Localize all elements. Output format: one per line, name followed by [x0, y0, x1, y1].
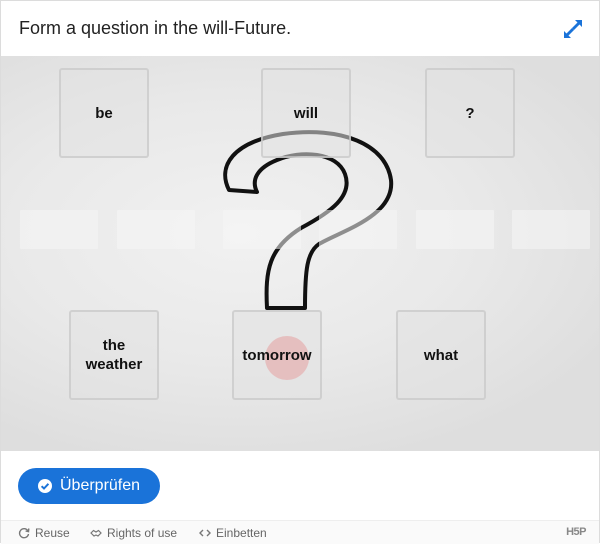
- draggable-label: will: [293, 104, 319, 122]
- embed-label: Einbetten: [216, 526, 267, 540]
- check-button-label: Überprüfen: [60, 477, 141, 494]
- reuse-icon: [18, 528, 30, 539]
- draggable-label-line2: weather: [85, 356, 143, 373]
- draggable-word-be[interactable]: be: [59, 68, 149, 158]
- fullscreen-button[interactable]: [561, 17, 585, 41]
- dropzone-2[interactable]: [117, 210, 195, 249]
- draggable-label-line1: the: [102, 337, 126, 354]
- rights-icon: [90, 529, 102, 537]
- draggable-word-tomorrow[interactable]: tomorrow: [232, 310, 322, 400]
- dropzone-4[interactable]: [319, 210, 397, 249]
- drag-and-drop-area: be will ? the weather tomorrow what: [1, 56, 599, 451]
- task-header: Form a question in the will-Future.: [1, 1, 599, 56]
- rights-of-use-button[interactable]: Rights of use: [90, 526, 177, 540]
- fullscreen-icon: [564, 20, 582, 38]
- draggable-word-will[interactable]: will: [261, 68, 351, 158]
- task-title: Form a question in the will-Future.: [19, 18, 292, 38]
- draggable-label: ?: [465, 104, 475, 122]
- embed-button[interactable]: Einbetten: [199, 526, 267, 540]
- draggable-word-the-weather[interactable]: the weather: [69, 310, 159, 400]
- draggable-question-mark[interactable]: ?: [425, 68, 515, 158]
- dropzone-1[interactable]: [20, 210, 98, 249]
- draggable-label: what: [423, 346, 459, 364]
- embed-icon: [199, 529, 211, 537]
- draggable-label: the weather: [86, 336, 143, 374]
- check-circle-icon: [38, 479, 52, 493]
- dropzone-5[interactable]: [416, 210, 494, 249]
- h5p-content: Form a question in the will-Future. be w…: [0, 0, 600, 544]
- dropzone-3[interactable]: [223, 210, 301, 249]
- reuse-button[interactable]: Reuse: [18, 526, 70, 540]
- h5p-action-bar: Reuse Rights of use Einbetten H5P: [1, 520, 599, 544]
- draggable-label: tomorrow: [242, 346, 312, 364]
- rights-label: Rights of use: [107, 526, 178, 540]
- draggable-label: be: [95, 104, 113, 122]
- button-row: Überprüfen: [1, 451, 599, 520]
- dropzone-6[interactable]: [512, 210, 590, 249]
- draggable-word-what[interactable]: what: [396, 310, 486, 400]
- check-button[interactable]: Überprüfen: [18, 468, 160, 504]
- h5p-logo[interactable]: H5P: [566, 526, 586, 538]
- reuse-label: Reuse: [35, 526, 70, 540]
